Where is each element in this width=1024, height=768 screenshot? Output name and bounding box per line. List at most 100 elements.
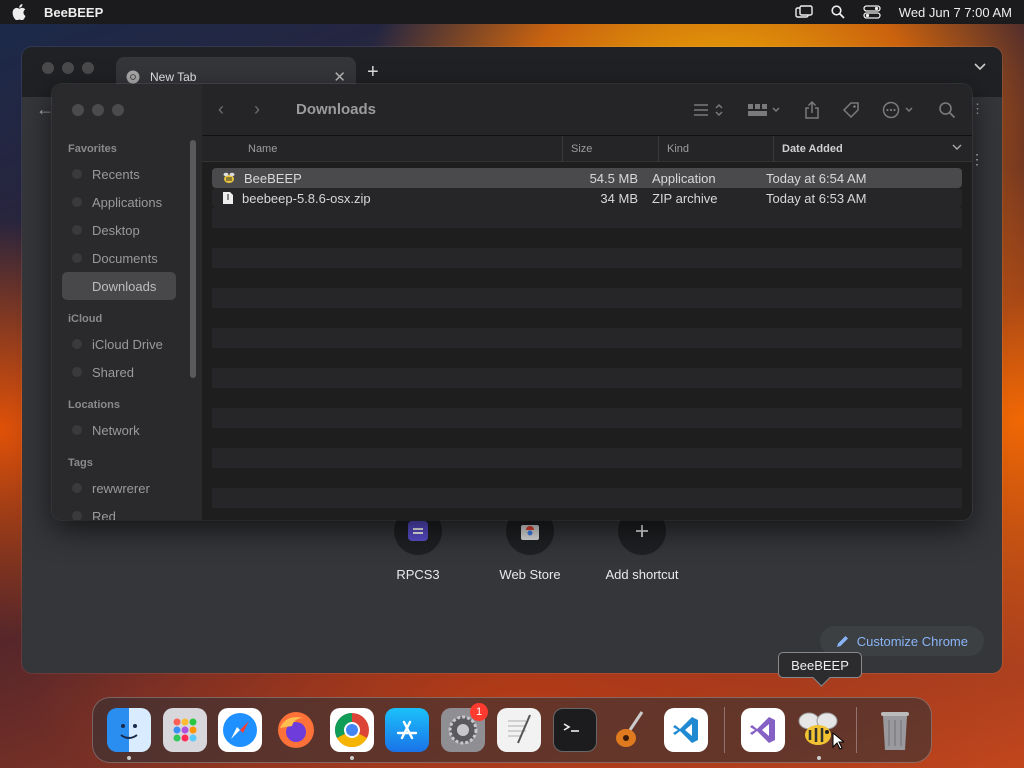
empty-row [212, 248, 962, 268]
dock-visual-studio[interactable] [735, 702, 791, 758]
group-by-icon[interactable] [746, 102, 782, 118]
file-date-added: Today at 6:54 AM [766, 170, 867, 186]
documents-icon [72, 253, 82, 263]
zip-file-icon [223, 192, 233, 204]
sidebar-item-network[interactable]: Network [52, 416, 202, 444]
sidebar-item-recents[interactable]: Recents [52, 160, 202, 188]
sidebar-tag-rewwrerer[interactable]: rewwrerer [52, 474, 202, 502]
sidebar-scrollbar[interactable] [190, 140, 196, 378]
sidebar-item-documents[interactable]: Documents [52, 244, 202, 272]
sidebar-item-icloud-drive[interactable]: iCloud Drive [52, 330, 202, 358]
screen-mirroring-icon[interactable] [795, 5, 813, 19]
finder-minimize-button[interactable] [92, 104, 104, 116]
dock-separator [723, 707, 725, 753]
active-app-name[interactable]: BeeBEEP [44, 5, 103, 20]
share-icon[interactable] [804, 100, 820, 119]
sidebar-section-tags: Tags [68, 457, 93, 469]
dock-launchpad[interactable] [157, 702, 213, 758]
empty-row [212, 208, 962, 228]
search-icon[interactable] [938, 101, 956, 119]
tag-color-icon [72, 483, 82, 493]
dock-safari[interactable] [212, 702, 268, 758]
sidebar-tag-red[interactable]: Red [52, 502, 202, 520]
sidebar-section-locations: Locations [68, 399, 120, 411]
finder-path-title: Downloads [296, 101, 377, 118]
dock-chrome[interactable] [324, 702, 380, 760]
sidebar-item-applications[interactable]: Applications [52, 188, 202, 216]
network-icon [72, 425, 82, 435]
file-name: BeeBEEP [244, 170, 302, 186]
more-actions-icon[interactable] [882, 101, 916, 119]
column-header-size[interactable]: Size [563, 135, 659, 162]
running-indicator [127, 756, 131, 760]
empty-row [212, 348, 962, 368]
finder-window: Favorites Recents Applications Desktop D… [52, 84, 972, 520]
spotlight-search-icon[interactable] [831, 5, 845, 19]
menu-bar: BeeBEEP Wed Jun 7 7:00 AM [0, 0, 1024, 24]
back-chevron-icon[interactable]: ‹ [218, 99, 254, 120]
finder-close-button[interactable] [72, 104, 84, 116]
file-name: beebeep-5.8.6-osx.zip [242, 190, 371, 206]
sidebar-item-downloads[interactable]: Downloads [62, 272, 176, 300]
column-headers: Name Size Kind Date Added [202, 135, 972, 162]
sidebar-section-icloud: iCloud [68, 313, 103, 325]
chrome-window-controls [42, 62, 94, 74]
file-kind: ZIP archive [652, 190, 718, 206]
dock-finder[interactable] [101, 702, 157, 760]
file-row-beebeep[interactable]: BeeBEEP 54.5 MB Application Today at 6:5… [212, 168, 962, 188]
chrome-icon [329, 708, 374, 752]
shortcut-label: RPCS3 [396, 567, 440, 582]
column-header-kind[interactable]: Kind [659, 135, 774, 162]
finder-toolbar: ‹ › Downloads [202, 84, 972, 136]
shortcut-more-icon[interactable]: ⋮ [970, 151, 984, 168]
empty-row [212, 268, 962, 288]
finder-zoom-button[interactable] [112, 104, 124, 116]
empty-row [212, 228, 962, 248]
dock-tooltip: BeeBEEP [778, 652, 862, 678]
dock-garageband[interactable] [602, 702, 658, 758]
file-date-added: Today at 6:53 AM [766, 190, 867, 206]
zoom-window-button[interactable] [82, 62, 94, 74]
column-header-date-added[interactable]: Date Added [774, 136, 972, 162]
empty-row [212, 388, 962, 408]
terminal-icon [552, 708, 597, 752]
minimize-window-button[interactable] [62, 62, 74, 74]
chrome-menu-icon[interactable]: ⋮ [971, 101, 984, 117]
empty-row [212, 288, 962, 308]
shortcut-label: Web Store [499, 567, 561, 582]
dock-terminal[interactable] [547, 702, 603, 758]
dock-textedit[interactable] [491, 702, 547, 758]
apple-menu-icon[interactable] [12, 4, 26, 20]
tab-search-chevron-icon[interactable] [974, 63, 986, 71]
forward-chevron-icon[interactable]: › [254, 99, 290, 120]
shared-folder-icon [72, 367, 82, 377]
garageband-icon [608, 708, 652, 752]
file-size: 54.5 MB [589, 170, 638, 186]
trash-icon [873, 708, 917, 752]
firefox-icon [274, 708, 318, 752]
dock-vscode[interactable] [658, 702, 714, 758]
menu-clock[interactable]: Wed Jun 7 7:00 AM [899, 5, 1012, 20]
close-window-button[interactable] [42, 62, 54, 74]
empty-row [212, 488, 962, 508]
file-row-beebeep-zip[interactable]: beebeep-5.8.6-osx.zip 34 MB ZIP archive … [212, 188, 962, 208]
safari-icon [218, 708, 263, 752]
list-view-icon[interactable] [692, 102, 724, 118]
desktop-icon [72, 225, 82, 235]
dock-app-store[interactable] [380, 702, 436, 758]
sidebar-item-desktop[interactable]: Desktop [52, 216, 202, 244]
empty-row [212, 328, 962, 348]
tag-icon[interactable] [842, 101, 860, 119]
column-header-name[interactable]: Name [202, 135, 563, 162]
control-center-icon[interactable] [863, 5, 881, 19]
customize-chrome-label: Customize Chrome [856, 633, 968, 649]
dock-system-settings[interactable]: 1 [435, 702, 491, 758]
empty-row [212, 368, 962, 388]
file-list: BeeBEEP 54.5 MB Application Today at 6:5… [202, 162, 972, 520]
dock-trash[interactable] [867, 702, 923, 758]
new-tab-button[interactable]: + [367, 61, 379, 84]
mouse-cursor-icon [832, 732, 844, 750]
dock-firefox[interactable] [268, 702, 324, 758]
sidebar-item-shared[interactable]: Shared [52, 358, 202, 386]
running-indicator [816, 756, 821, 760]
